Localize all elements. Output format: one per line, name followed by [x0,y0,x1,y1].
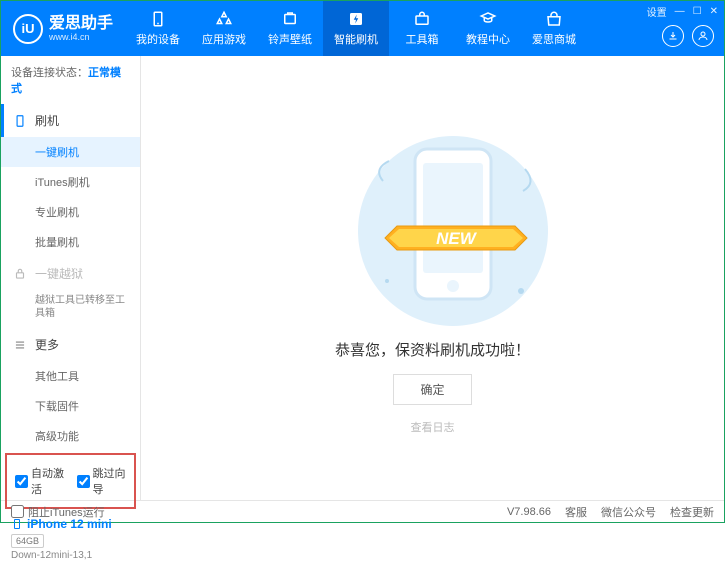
store-icon [545,10,563,28]
checkbox-label: 跳过向导 [93,465,127,497]
nav-label: 工具箱 [406,31,439,47]
body: 设备连接状态：正常模式 刷机 一键刷机 iTunes刷机 专业刷机 批量刷机 一… [1,56,724,500]
app-name: 爱思助手 [49,16,113,32]
sidebar-item-pro[interactable]: 专业刷机 [1,197,140,227]
nav-store[interactable]: 爱思商城 [521,1,587,56]
checkbox-block-itunes[interactable]: 阻止iTunes运行 [11,504,105,520]
apps-icon [215,10,233,28]
device-firmware: Down-12mini-13,1 [11,550,130,561]
section-more[interactable]: 更多 [1,328,140,361]
header: iU 爱思助手 www.i4.cn 我的设备 应用游戏 铃声壁纸 智能刷机 工具… [1,1,724,56]
support-link[interactable]: 客服 [565,504,587,520]
app-url: www.i4.cn [49,32,113,42]
nav-toolbox[interactable]: 工具箱 [389,1,455,56]
phone-icon [149,10,167,28]
nav-label: 应用游戏 [202,31,246,47]
sidebar: 设备连接状态：正常模式 刷机 一键刷机 iTunes刷机 专业刷机 批量刷机 一… [1,56,141,500]
close-icon[interactable]: ✕ [710,6,718,17]
download-icon [667,30,679,42]
nav-device[interactable]: 我的设备 [125,1,191,56]
header-right [662,25,714,47]
section-title: 刷机 [35,112,59,129]
sidebar-item-other[interactable]: 其他工具 [1,361,140,391]
sidebar-item-download[interactable]: 下载固件 [1,391,140,421]
nav-label: 我的设备 [136,31,180,47]
flash-icon [347,10,365,28]
device-storage: 64GB [11,534,44,548]
download-button[interactable] [662,25,684,47]
titlebar: 设置 — ☐ ✕ [647,4,718,19]
section-flash[interactable]: 刷机 [1,104,140,137]
ribbon-text: NEW [436,229,478,248]
nav-label: 教程中心 [466,31,510,47]
nav: 我的设备 应用游戏 铃声壁纸 智能刷机 工具箱 教程中心 爱思商城 [125,1,724,56]
checkbox-row: 自动激活 跳过向导 [5,453,136,509]
wechat-link[interactable]: 微信公众号 [601,504,656,520]
sidebar-item-itunes[interactable]: iTunes刷机 [1,167,140,197]
menu-icon [13,338,27,352]
sidebar-item-oneclick[interactable]: 一键刷机 [1,137,140,167]
nav-ringtones[interactable]: 铃声壁纸 [257,1,323,56]
nav-flash[interactable]: 智能刷机 [323,1,389,56]
ringtone-icon [281,10,299,28]
section-jailbreak[interactable]: 一键越狱 [1,257,140,290]
success-illustration: NEW [353,121,513,321]
sidebar-item-advanced[interactable]: 高级功能 [1,421,140,451]
tutorial-icon [479,10,497,28]
connection-status: 设备连接状态：正常模式 [1,56,140,104]
checkbox-auto-activate[interactable]: 自动激活 [15,465,65,497]
sidebar-item-batch[interactable]: 批量刷机 [1,227,140,257]
ok-button[interactable]: 确定 [393,374,471,405]
main-content: NEW 恭喜您，保资料刷机成功啦！ 确定 查看日志 [141,56,724,500]
user-button[interactable] [692,25,714,47]
user-icon [697,30,709,42]
logo-area: iU 爱思助手 www.i4.cn [1,14,125,44]
nav-tutorial[interactable]: 教程中心 [455,1,521,56]
version-label: V7.98.66 [507,506,551,518]
maximize-icon[interactable]: ☐ [693,6,702,17]
nav-label: 爱思商城 [532,31,576,47]
nav-label: 智能刷机 [334,31,378,47]
update-link[interactable]: 检查更新 [670,504,714,520]
toolbox-icon [413,10,431,28]
minimize-icon[interactable]: — [675,6,685,17]
phone-icon [13,114,27,128]
checkbox-label: 自动激活 [31,465,65,497]
checkbox-skip-guide[interactable]: 跳过向导 [77,465,127,497]
checkbox-label: 阻止iTunes运行 [28,504,105,520]
section-title: 一键越狱 [35,265,83,282]
nav-apps[interactable]: 应用游戏 [191,1,257,56]
section-title: 更多 [35,336,59,353]
status-label: 设备连接状态： [11,67,88,79]
settings-link[interactable]: 设置 [647,4,667,19]
lock-icon [13,267,27,281]
phone-icon [11,518,23,530]
nav-label: 铃声壁纸 [268,31,312,47]
view-log-link[interactable]: 查看日志 [411,419,455,435]
jailbreak-note: 越狱工具已转移至工具箱 [1,290,140,328]
logo-icon: iU [13,14,43,44]
